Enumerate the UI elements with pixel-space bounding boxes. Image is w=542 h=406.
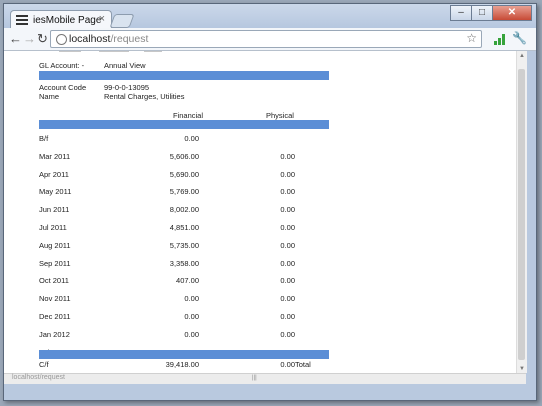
table-row: Mar 2011 5,606.00 0.00 <box>39 152 329 162</box>
total-label: Total <box>295 360 311 369</box>
browser-toolbar: ← → ↻ localhost/request ☆ 🔧 <box>4 28 536 51</box>
table-row: Sep 2011 3,358.00 0.00 <box>39 259 329 269</box>
table-row: Jul 2011 4,851.00 0.00 <box>39 223 329 233</box>
cell-physical: 0.00 <box>280 258 295 268</box>
cell-physical: 0.00 <box>280 169 295 179</box>
scroll-down-icon[interactable]: ▼ <box>517 366 527 372</box>
table-row: Dec 2011 0.00 0.00 <box>39 312 329 322</box>
cell-period: Dec 2011 <box>39 312 71 321</box>
status-url: localhost/request <box>12 374 65 381</box>
account-code-label: Account Code <box>39 83 87 92</box>
cell-financial: 4,851.00 <box>169 223 199 232</box>
table-row: Nov 2011 0.00 0.00 <box>39 294 329 304</box>
column-header-bar <box>39 120 329 129</box>
forward-arrow-icon[interactable]: → <box>23 31 36 47</box>
name-label: Name <box>39 92 60 101</box>
view-label: Annual View <box>104 61 146 70</box>
scrollbar-thumb[interactable] <box>518 69 525 360</box>
cell-financial: 5,735.00 <box>169 240 199 250</box>
gl-account-label: GL Account: - <box>39 61 85 70</box>
cell-financial: 8,002.00 <box>169 205 199 215</box>
window-controls: – □ ✕ <box>450 5 532 21</box>
minimize-button[interactable]: – <box>450 5 472 21</box>
table-row: Jun 2011 8,002.00 0.00 <box>39 205 329 215</box>
cell-financial: 0.00 <box>184 329 199 339</box>
page-viewport: GL Account: - Annual View Account Code 9… <box>4 51 516 373</box>
table-row: B/f 0.00 <box>39 134 329 144</box>
total-period: C/f <box>39 360 49 369</box>
physical-column-header: Physical <box>266 111 294 120</box>
cell-period: Aug 2011 <box>39 240 71 250</box>
cell-financial: 407.00 <box>176 276 199 286</box>
cell-period: Apr 2011 <box>39 169 69 179</box>
bookmark-star-icon[interactable]: ☆ <box>466 31 477 45</box>
cell-period: May 2011 <box>39 187 72 197</box>
cell-physical: 0.00 <box>280 294 295 304</box>
cell-period: Jun 2011 <box>39 205 70 215</box>
browser-window: iesMobile Page × – □ ✕ ← → ↻ localhost/r… <box>3 3 537 401</box>
cell-physical: 0.00 <box>280 240 295 250</box>
signal-extension-icon[interactable] <box>494 34 506 45</box>
browser-tab[interactable]: iesMobile Page × <box>10 10 112 30</box>
total-row: C/f 39,418.00 0.00 Total <box>39 360 329 370</box>
name-value: Rental Charges, Utilities <box>104 92 185 101</box>
cell-physical: 0.00 <box>280 329 295 339</box>
cell-financial: 5,606.00 <box>169 151 199 161</box>
horizontal-scroll-grip-icon[interactable]: ||| <box>252 375 257 381</box>
page-icon <box>16 15 28 25</box>
window-bottom-frame <box>4 384 536 400</box>
url-text: localhost/request <box>69 33 149 45</box>
cell-financial: 0.00 <box>184 134 199 143</box>
cell-financial: 5,769.00 <box>169 187 199 197</box>
cell-physical: 0.00 <box>280 205 295 215</box>
cell-period: Sep 2011 <box>39 258 71 268</box>
status-bar: localhost/request ||| <box>4 373 526 384</box>
reload-icon[interactable]: ↻ <box>37 31 48 47</box>
new-tab-button[interactable] <box>109 14 135 28</box>
cell-period: Nov 2011 <box>39 294 71 304</box>
cell-physical: 0.00 <box>280 187 295 197</box>
table-row: Oct 2011 407.00 0.00 <box>39 276 329 286</box>
close-button[interactable]: ✕ <box>492 5 532 21</box>
table-row: Aug 2011 5,735.00 0.00 <box>39 241 329 251</box>
cell-financial: 3,358.00 <box>169 258 199 268</box>
tab-close-icon[interactable]: × <box>99 13 105 25</box>
table-row: Jan 2012 0.00 0.00 <box>39 330 329 340</box>
footer-bar <box>39 350 329 359</box>
table-row: Apr 2011 5,690.00 0.00 <box>39 170 329 180</box>
cell-period: Jul 2011 <box>39 223 67 232</box>
cell-physical: 0.00 <box>280 223 295 232</box>
address-bar[interactable]: localhost/request ☆ <box>50 30 482 48</box>
scroll-up-icon[interactable]: ▲ <box>517 53 527 59</box>
cell-period: Oct 2011 <box>39 276 69 286</box>
cell-financial: 0.00 <box>184 312 199 321</box>
title-bar: iesMobile Page × – □ ✕ <box>4 4 536 30</box>
cell-period: Mar 2011 <box>39 151 71 161</box>
maximize-button[interactable]: □ <box>471 5 493 21</box>
total-physical: 0.00 <box>280 360 295 369</box>
cell-physical: 0.00 <box>280 312 295 321</box>
cell-physical: 0.00 <box>280 151 295 161</box>
top-clipped-controls <box>59 51 179 53</box>
cell-financial: 5,690.00 <box>169 169 199 179</box>
total-financial: 39,418.00 <box>165 360 199 369</box>
back-arrow-icon[interactable]: ← <box>9 31 22 47</box>
vertical-scrollbar[interactable]: ▲ ▼ <box>516 51 527 373</box>
cell-physical: 0.00 <box>280 276 295 286</box>
table-row: May 2011 5,769.00 0.00 <box>39 187 329 197</box>
cell-period: Jan 2012 <box>39 329 70 339</box>
cell-period: B/f <box>39 134 49 143</box>
header-bar <box>39 71 329 80</box>
cell-financial: 0.00 <box>184 294 199 304</box>
tab-title: iesMobile Page <box>33 15 102 26</box>
account-code-value: 99-0-0-13095 <box>104 83 150 92</box>
wrench-menu-icon[interactable]: 🔧 <box>512 31 527 45</box>
globe-icon <box>56 34 67 45</box>
financial-column-header: Financial <box>173 111 204 120</box>
